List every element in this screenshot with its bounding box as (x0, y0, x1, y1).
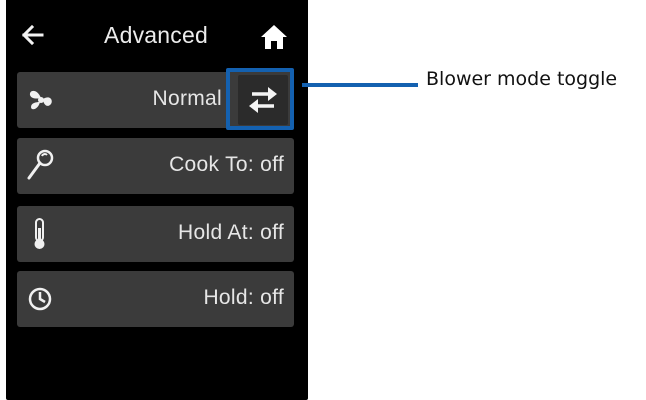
cook-to-row[interactable]: Cook To: off (17, 138, 294, 194)
hold-timer-row[interactable]: Hold: off (17, 271, 294, 327)
hold-timer-label: Hold: off (203, 286, 284, 309)
callout-leader-line (302, 83, 418, 87)
probe-icon (25, 148, 57, 184)
callout-label: Blower mode toggle (426, 68, 618, 90)
hold-at-label: Hold At: off (178, 221, 284, 244)
clock-icon (25, 281, 57, 317)
cook-to-label: Cook To: off (169, 153, 284, 176)
device-screen: Advanced Normal Cook To: off Hold At: of… (6, 0, 308, 400)
home-button[interactable] (256, 20, 292, 56)
blower-mode-label: Normal (152, 87, 222, 110)
hold-at-row[interactable]: Hold At: off (17, 206, 294, 262)
page-title: Advanced (104, 22, 208, 48)
arrow-left-icon (21, 24, 44, 46)
back-button[interactable] (16, 18, 52, 54)
thermometer-icon (25, 216, 57, 252)
fan-icon (25, 82, 57, 118)
callout-highlight-box (226, 68, 294, 130)
header-bar: Advanced (6, 0, 308, 68)
home-icon (261, 25, 287, 49)
